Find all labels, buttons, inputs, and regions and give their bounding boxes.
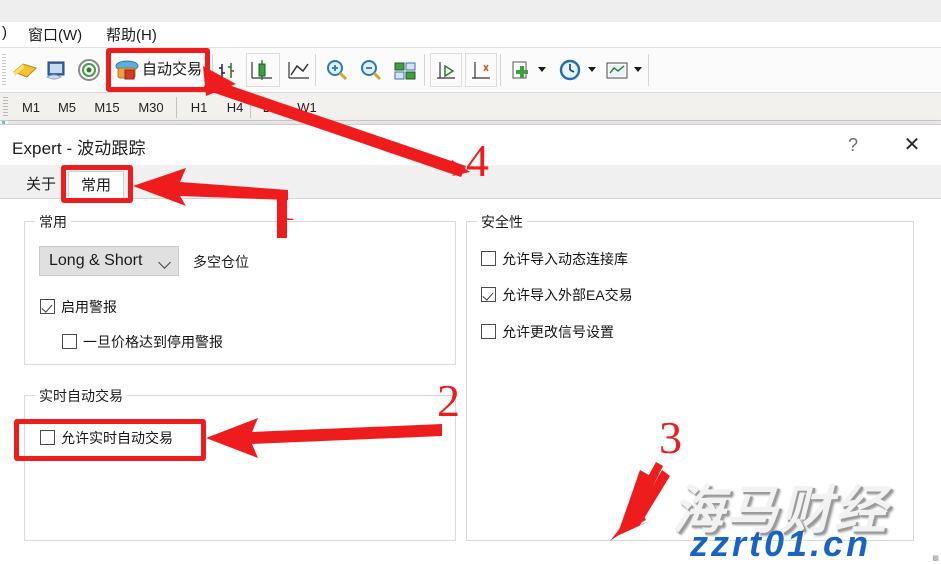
add-indicator-chevron-down-icon[interactable] [538, 67, 546, 72]
period-icon[interactable] [556, 56, 586, 84]
tab-common[interactable]: 常用 [68, 171, 124, 199]
allow-signal-settings-change-label: 允许更改信号设置 [502, 324, 614, 340]
timeframe-m30[interactable]: M30 [130, 97, 172, 118]
templates-chevron-down-icon[interactable] [634, 67, 642, 72]
timeframe-w1[interactable]: W1 [290, 97, 324, 118]
live-trading-groupbox: 实时自动交易 允许实时自动交易 [24, 386, 456, 541]
auto-trading-label: 自动交易 [142, 61, 203, 78]
zoom-in-icon[interactable] [322, 56, 352, 84]
toolbar-grip[interactable] [2, 54, 6, 86]
enable-alerts-label: 启用警报 [61, 299, 117, 315]
timeframe-h4[interactable]: H4 [218, 97, 252, 118]
templates-icon[interactable] [602, 56, 632, 84]
chart-shift-icon[interactable] [466, 56, 496, 84]
annotation-number-4: 4 [466, 135, 489, 186]
help-icon[interactable]: ? [828, 125, 878, 165]
timeframe-separator-2 [250, 97, 251, 118]
timeframe-h1[interactable]: H1 [182, 97, 216, 118]
timeframe-bar-grip[interactable] [3, 97, 8, 117]
auto-trading-label-wrap[interactable]: 自动交易 [142, 56, 212, 84]
auto-scroll-icon[interactable] [431, 56, 461, 84]
period-chevron-down-icon[interactable] [588, 67, 596, 72]
line-chart-icon[interactable] [284, 56, 314, 84]
allow-external-ea-imports-label: 允许导入外部EA交易 [502, 287, 633, 303]
dialog-title: Expert - 波动跟踪 [12, 139, 146, 158]
allow-live-trading-checkbox[interactable] [40, 430, 55, 445]
tab-about[interactable]: 关于 [14, 171, 68, 199]
live-trading-group-legend: 实时自动交易 [35, 386, 127, 406]
close-icon[interactable]: ✕ [884, 125, 940, 165]
timeframe-m5[interactable]: M5 [50, 97, 84, 118]
disable-alert-on-hit-checkbox[interactable] [62, 334, 77, 349]
new-order-icon[interactable] [10, 56, 40, 84]
annotation-number-2: 2 [437, 375, 460, 426]
toolbar-separator-5 [648, 54, 649, 86]
timeframe-bar: M1 M5 M15 M30 H1 H4 D1 W1 [0, 93, 941, 121]
timeframe-separator-1 [176, 97, 177, 118]
menu-item-partial[interactable]: ) [2, 24, 7, 41]
allow-dll-imports-checkbox[interactable] [481, 251, 496, 266]
common-group-legend: 常用 [35, 212, 71, 232]
chevron-down-icon [158, 256, 171, 269]
position-mode-label: 多空仓位 [193, 254, 249, 270]
toolbar-separator-3 [424, 54, 425, 86]
tile-windows-icon[interactable] [390, 56, 420, 84]
position-mode-value: Long & Short [49, 252, 143, 269]
disable-alert-on-hit-label: 一旦价格达到停用警报 [83, 334, 223, 350]
watermark-url: zzrt01.cn [690, 523, 872, 564]
zoom-out-icon[interactable] [356, 56, 386, 84]
allow-signal-settings-change-checkbox[interactable] [481, 324, 496, 339]
position-mode-select[interactable]: Long & Short [39, 246, 179, 276]
menu-item-window[interactable]: 窗口(W) [28, 24, 82, 45]
candlestick-chart-icon[interactable] [248, 56, 278, 84]
auto-trading-icon[interactable] [112, 56, 142, 84]
toolbar-separator-2 [315, 54, 316, 86]
toolbar-separator [212, 54, 213, 86]
allow-live-trading-label: 允许实时自动交易 [61, 430, 173, 446]
timeframe-m15[interactable]: M15 [86, 97, 128, 118]
main-toolbar: 自动交易 [0, 48, 941, 93]
screenshot-root: ) 窗口(W) 帮助(H) 自动交易 M1 M5 M15 M30 H1 H4 D… [0, 0, 941, 564]
security-group-legend: 安全性 [477, 212, 527, 232]
annotation-number-3: 3 [659, 412, 682, 463]
allow-external-ea-imports-checkbox[interactable] [481, 287, 496, 302]
timeframe-m1[interactable]: M1 [14, 97, 48, 118]
allow-dll-imports-label: 允许导入动态连接库 [502, 251, 628, 267]
menu-item-help[interactable]: 帮助(H) [106, 24, 157, 45]
bar-chart-icon[interactable] [216, 56, 246, 84]
data-window-icon[interactable] [42, 56, 72, 84]
timeframe-d1[interactable]: D1 [254, 97, 288, 118]
signals-icon[interactable] [74, 56, 104, 84]
menu-bar: ) 窗口(W) 帮助(H) [0, 22, 941, 48]
add-indicator-icon[interactable] [506, 56, 536, 84]
toolbar-separator-4 [500, 54, 501, 86]
watermark-corner-mark: ▩ [932, 555, 939, 562]
annotation-number-1: 1 [273, 179, 296, 230]
common-groupbox: 常用 Long & Short 多空仓位 启用警报 一旦价格达到停用警报 [24, 212, 456, 365]
enable-alerts-checkbox[interactable] [40, 299, 55, 314]
